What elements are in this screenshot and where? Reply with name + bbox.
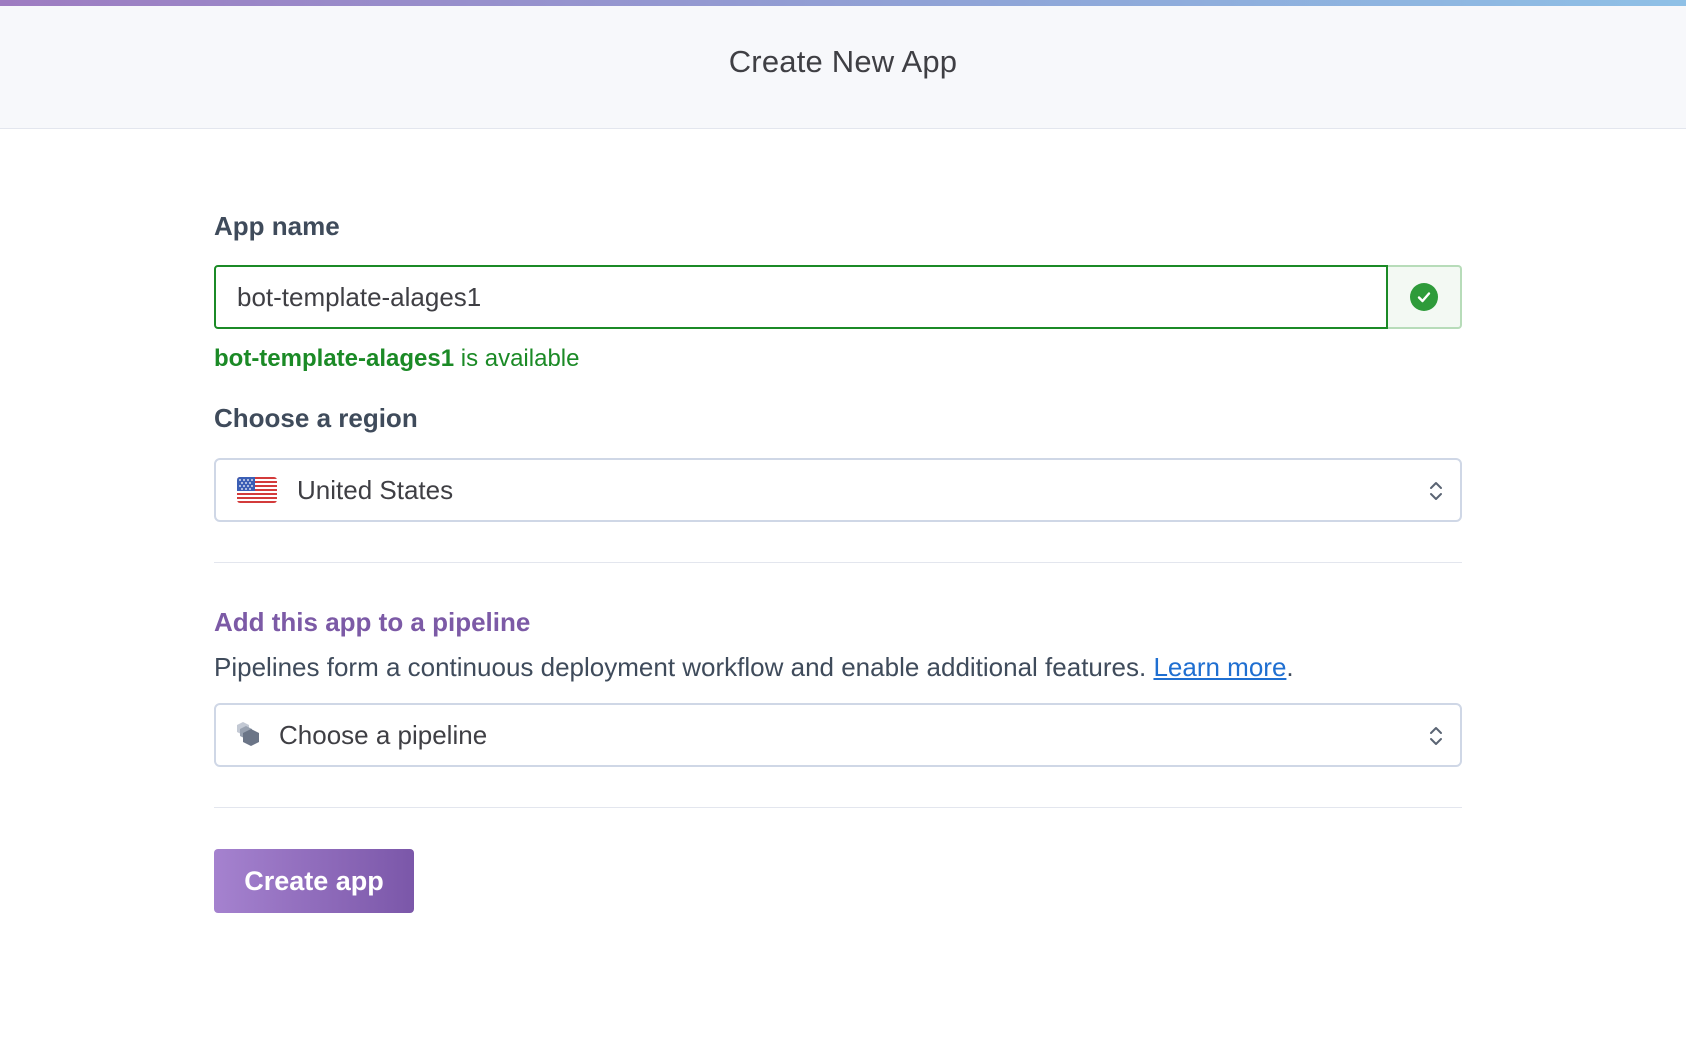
page-header: Create New App	[0, 6, 1686, 129]
availability-suffix: is available	[454, 345, 580, 372]
app-name-input[interactable]	[214, 265, 1388, 329]
availability-message: bot-template-alages1 is available	[214, 345, 1462, 373]
pipeline-placeholder: Choose a pipeline	[279, 719, 488, 750]
check-circle-icon	[1410, 283, 1438, 311]
pipeline-description: Pipelines form a continuous deployment w…	[214, 652, 1462, 683]
available-app-name: bot-template-alages1	[214, 345, 455, 372]
section-divider	[214, 562, 1462, 563]
pipeline-description-end: .	[1286, 652, 1294, 682]
create-app-button[interactable]: Create app	[214, 849, 414, 913]
pipeline-select[interactable]: Choose a pipeline	[214, 703, 1462, 767]
app-name-validity-addon	[1388, 265, 1462, 329]
app-name-label: App name	[214, 211, 340, 241]
create-app-form: App name bot-template-alages1 is availab…	[214, 200, 1462, 913]
region-select[interactable]: United States	[214, 458, 1462, 522]
app-name-input-group	[214, 265, 1462, 329]
pipeline-section-heading: Add this app to a pipeline	[214, 607, 531, 637]
region-label: Choose a region	[214, 403, 418, 433]
select-updown-icon	[1430, 727, 1442, 745]
pipeline-hexagons-icon	[230, 719, 264, 751]
section-divider	[214, 807, 1462, 808]
region-selected-value: United States	[297, 474, 454, 505]
select-updown-icon	[1430, 482, 1442, 500]
page-title: Create New App	[728, 44, 958, 79]
learn-more-link[interactable]: Learn more	[1153, 652, 1286, 682]
pipeline-description-text: Pipelines form a continuous deployment w…	[214, 652, 1154, 682]
us-flag-icon	[237, 477, 277, 503]
